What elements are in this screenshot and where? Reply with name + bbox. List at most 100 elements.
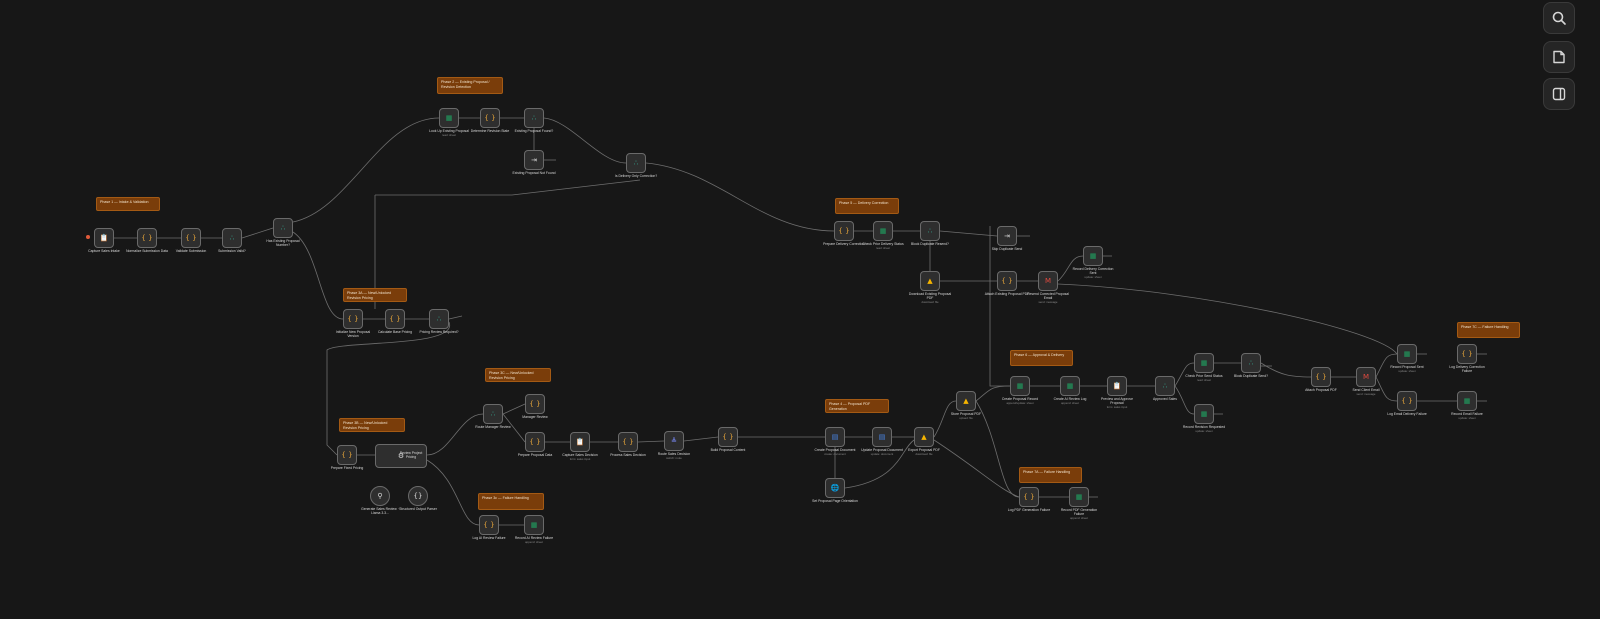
sticky-phase-5[interactable]: Phase 5 — Delivery Correction xyxy=(835,198,899,214)
node-record-delivery-correction-sent[interactable]: ▦ Record Delivery Correction Sent update: … xyxy=(1073,246,1113,279)
if-icon: ∴ xyxy=(1162,382,1168,390)
node-generate-sales-review-model[interactable]: ⚲ Generate Sales Review · Llama 3.3... xyxy=(361,486,399,515)
node-log-ai-review-failure[interactable]: { } Log AI Review Failure xyxy=(473,515,505,540)
node-update-proposal-document[interactable]: ▤ Update Proposal Document update: documen… xyxy=(861,427,903,456)
sticky-phase-7c[interactable]: Phase 7C — Failure Handling xyxy=(1457,322,1520,338)
node-label: Capture Sales Intake xyxy=(88,249,120,253)
node-capture-sales-decision[interactable]: 📋 Capture Sales Decision form: sales input xyxy=(562,432,598,461)
connection-edge[interactable] xyxy=(637,440,665,443)
workflow-canvas[interactable]: Phase 1 — Intake & Validation Phase 2 — … xyxy=(0,0,1600,619)
node-download-existing-proposal-pdf[interactable]: ▲ Download Existing Proposal PDF download:… xyxy=(909,271,951,304)
connection-edge[interactable] xyxy=(448,315,463,320)
node-log-delivery-correction-failure[interactable]: { } Log Delivery Correction Failure xyxy=(1449,344,1485,373)
node-set-proposal-page-orientation[interactable]: 🌐 Set Proposal Page Orientation xyxy=(812,478,858,503)
code-icon: { } xyxy=(529,400,541,408)
sticky-phase-3c[interactable]: Phase 3C — New/Unlocked Revision Pricing xyxy=(485,368,551,382)
sticky-phase-7a[interactable]: Phase 7A — Failure Handling xyxy=(1019,467,1082,483)
sticky-phase-1[interactable]: Phase 1 — Intake & Validation xyxy=(96,197,160,211)
node-skip-duplicate-send[interactable]: ⇥ Skip Duplicate Send xyxy=(992,226,1022,251)
node-check-prior-delivery-status[interactable]: ▦ Check Prior Delivery Status read: sheet xyxy=(862,221,904,250)
node-existing-proposal-found[interactable]: ∴ Existing Proposal Found? xyxy=(515,108,553,133)
connection-edge[interactable] xyxy=(326,321,450,456)
toggle-panel-button[interactable] xyxy=(1543,78,1575,110)
node-route-manager-review[interactable]: ∴ Route Manager Review xyxy=(475,404,511,429)
node-pricing-review-required[interactable]: ∴ Pricing Review Required? xyxy=(419,309,459,334)
node-create-proposal-document[interactable]: ▤ Create Proposal Document create: documen… xyxy=(815,427,855,456)
node-preview-and-approve-proposal[interactable]: 📋 Preview and Approve Proposal form: sales… xyxy=(1101,376,1133,409)
connection-edge[interactable] xyxy=(502,403,526,415)
node-prepare-proposal-data[interactable]: { } Prepare Proposal Data xyxy=(518,432,552,457)
node-is-delivery-only-correction[interactable]: ∴ Is Delivery Only Correction? xyxy=(615,153,657,178)
sticky-phase-2[interactable]: Phase 2 — Existing Proposal / Revision D… xyxy=(437,77,503,94)
node-structured-output-parser[interactable]: {} Structured Output Parser xyxy=(399,486,437,511)
node-export-proposal-pdf[interactable]: ▲ Export Proposal PDF download: file xyxy=(908,427,940,456)
node-check-prior-send-status[interactable]: ▦ Check Prior Send Status read: sheet xyxy=(1185,353,1223,382)
connection-edge[interactable] xyxy=(375,179,641,196)
node-block-duplicate-resend[interactable]: ∴ Block Duplicate Resend? xyxy=(911,221,949,246)
node-record-revision-requested[interactable]: ▦ Record Revision Requested update: sheet xyxy=(1183,404,1225,433)
sticky-text: Phase 5 — Delivery Correction xyxy=(839,201,889,205)
node-prepare-delivery-correction[interactable]: { } Prepare Delivery Correction xyxy=(823,221,865,246)
node-log-pdf-generation-failure[interactable]: { } Log PDF Generation Failure xyxy=(1008,487,1050,512)
node-attach-existing-proposal-pdf[interactable]: { } Attach Existing Proposal PDF xyxy=(985,271,1029,296)
node-normalize-submission-data[interactable]: { } Normalize Submission Data xyxy=(126,228,168,253)
node-process-sales-decision[interactable]: { } Process Sales Decision xyxy=(610,432,646,457)
node-send-client-email[interactable]: M Send Client Email send: message xyxy=(1353,367,1379,396)
node-existing-proposal-not-found[interactable]: ⇥ Existing Proposal Not Found xyxy=(513,150,555,175)
node-record-proposal-sent[interactable]: ▦ Record Proposal Sent update: sheet xyxy=(1390,344,1424,373)
sticky-text: Phase 3A — New/Unlocked Revision Pricing xyxy=(347,291,392,300)
sticky-phase-3b[interactable]: Phase 3B — New/Unlocked Revision Pricing xyxy=(339,418,405,432)
node-capture-sales-intake[interactable]: 📋 Capture Sales Intake xyxy=(88,228,120,253)
node-prepare-fixed-pricing[interactable]: { } Prepare Fixed Pricing xyxy=(331,445,363,470)
sticky-text: Phase 4 — Proposal PDF Generation xyxy=(829,402,871,411)
connection-edge[interactable] xyxy=(1057,283,1398,355)
connection-edge[interactable] xyxy=(426,413,484,456)
sticky-phase-3c-failure[interactable]: Phase 3c — Failure Handling xyxy=(478,493,544,510)
code-icon: { } xyxy=(1315,373,1327,381)
node-calculate-base-pricing[interactable]: { } Calculate Base Pricing xyxy=(378,309,412,334)
node-record-email-failure[interactable]: ▦ Record Email Failure update: sheet xyxy=(1451,391,1483,420)
node-record-pdf-generation-failure[interactable]: ▦ Record PDF Generation Failure append: sh… xyxy=(1061,487,1097,520)
node-initialize-new-proposal-version[interactable]: { } Initialize New Proposal Version xyxy=(336,309,370,338)
sticky-phase-4[interactable]: Phase 4 — Proposal PDF Generation xyxy=(825,399,889,413)
search-button[interactable] xyxy=(1543,2,1575,34)
connection-edge[interactable] xyxy=(426,459,480,526)
node-manager-review[interactable]: { } Manager Review xyxy=(522,394,548,419)
clipboard-icon: 📋 xyxy=(1112,382,1122,390)
node-determine-revision-state[interactable]: { } Determine Revision State xyxy=(471,108,509,133)
arrow-right-icon: ⇥ xyxy=(531,156,537,164)
connection-edge[interactable] xyxy=(543,117,627,164)
sticky-phase-3a[interactable]: Phase 3A — New/Unlocked Revision Pricing xyxy=(343,288,407,302)
code-icon: { } xyxy=(141,234,153,242)
node-block-duplicate-send[interactable]: ∴ Block Duplicate Send? xyxy=(1234,353,1268,378)
sticky-note-button[interactable] xyxy=(1543,41,1575,73)
connection-edge[interactable] xyxy=(241,227,274,239)
node-create-proposal-record[interactable]: ▦ Create Proposal Record append/update: sh… xyxy=(1002,376,1038,405)
connection-edge[interactable] xyxy=(683,436,719,442)
connection-edge[interactable] xyxy=(645,162,835,232)
node-build-proposal-content[interactable]: { } Build Proposal Content xyxy=(711,427,745,452)
sticky-note-icon xyxy=(1553,50,1565,64)
node-route-sales-decision[interactable]: ≜ Route Sales Decision switch: route xyxy=(658,431,690,460)
node-label: Determine Revision State xyxy=(470,129,510,133)
node-review-project-pricing[interactable]: ⚙ Review Project Pricing xyxy=(375,444,427,468)
node-validate-submission[interactable]: { } Validate Submission xyxy=(176,228,206,253)
globe-icon: 🌐 xyxy=(830,484,840,492)
node-record-ai-review-failure[interactable]: ▦ Record AI Review Failure append: sheet xyxy=(515,515,553,544)
node-attach-proposal-pdf[interactable]: { } Attach Proposal PDF xyxy=(1305,367,1337,392)
connection-edge[interactable] xyxy=(939,230,998,237)
code-icon: { } xyxy=(1461,350,1473,358)
node-log-email-delivery-failure[interactable]: { } Log Email Delivery Failure xyxy=(1387,391,1427,416)
node-create-ai-review-log[interactable]: ▦ Create AI Review Log append: sheet xyxy=(1054,376,1086,405)
node-look-up-existing-proposal[interactable]: ▦ Look Up Existing Proposal read: sheet xyxy=(429,108,469,137)
node-label: Calculate Base Pricing xyxy=(377,330,413,334)
node-approved-sales[interactable]: ∴ Approved Sales xyxy=(1153,376,1177,401)
node-store-proposal-pdf[interactable]: ▲ Store Proposal PDF upload: file xyxy=(951,391,981,420)
connection-edge[interactable] xyxy=(292,117,440,223)
node-has-existing-proposal-number[interactable]: ∴ Has Existing Proposal Number? xyxy=(266,218,300,247)
node-resend-corrected-proposal-email[interactable]: M Resend Corrected Proposal Email send: me… xyxy=(1027,271,1069,304)
node-label: Record Proposal Sent update: sheet xyxy=(1390,365,1424,373)
node-label: Route Sales Decision switch: route xyxy=(657,452,691,460)
node-submission-valid[interactable]: ∴ Submission Valid? xyxy=(218,228,246,253)
sticky-phase-6[interactable]: Phase 6 — Approval & Delivery xyxy=(1010,350,1073,366)
